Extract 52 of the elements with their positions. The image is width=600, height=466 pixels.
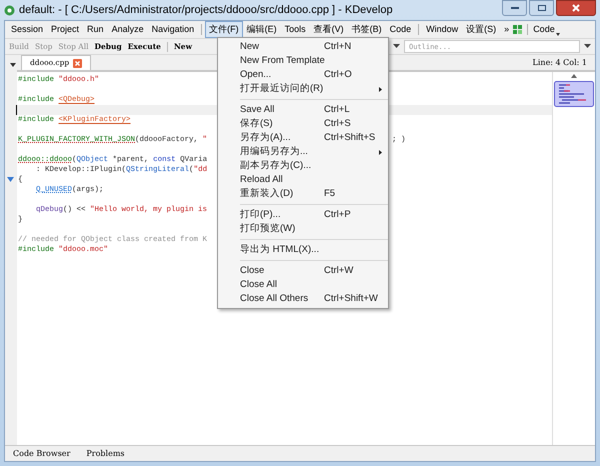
submenu-arrow-icon [379,150,382,154]
menu-item[interactable]: 保存(S) Ctrl+S [218,117,388,131]
text-cursor [16,105,17,115]
menu-item[interactable]: 打开最近访问的(R) [218,82,388,96]
menu-item[interactable]: Close All Others Ctrl+Shift+W [218,292,388,306]
close-tab-icon[interactable] [73,58,82,68]
menu-item[interactable]: Close Ctrl+W [218,264,388,278]
menu-item[interactable]: 设置(S) [462,21,500,38]
window-title: default: - [ C:/Users/Administrator/projects/ddooo/src/ddooo.cpp ] - KDevelop [19,2,393,18]
menu-item[interactable]: Navigation [148,21,198,38]
dropdown-caret-icon[interactable] [584,44,591,49]
menu-item[interactable]: 编辑(E) [242,21,281,38]
menu-item[interactable]: 打印预览(W) [218,222,388,236]
menu-item[interactable]: Project [47,21,84,38]
menu-item[interactable]: 书签(B) [348,21,386,38]
grid-icon[interactable] [513,25,522,34]
menu-item[interactable]: Tools [280,21,310,38]
fold-arrow-icon[interactable] [7,177,14,182]
menu-item[interactable]: Reload All [218,173,388,187]
menu-item[interactable]: New From Template [218,54,388,68]
menu-item[interactable]: 用编码另存为... [218,145,388,159]
minimize-button[interactable] [502,0,527,16]
menu-item[interactable]: Code [386,21,416,38]
panel-tab[interactable]: Code Browser [13,448,70,460]
menu-item[interactable]: New Ctrl+N [218,40,388,54]
scroll-up-icon[interactable] [571,74,577,78]
menu-item[interactable]: Session [7,21,48,38]
menu-item[interactable]: 文件(F) [205,21,243,38]
menu-item[interactable]: Code [533,22,560,36]
menu-item[interactable]: 打印(P)... Ctrl+P [218,208,388,222]
close-icon [572,4,580,12]
caret-icon [556,33,560,36]
menu-item[interactable]: 重新装入(D) F5 [218,187,388,201]
dropdown-caret-icon[interactable] [393,44,400,49]
menu-item[interactable]: Window [422,21,462,38]
menu-item[interactable]: » [500,21,514,38]
minimap-drawing [554,81,594,107]
maximize-button[interactable] [529,0,554,16]
menu-item[interactable]: 导出为 HTML(X)... [218,243,388,257]
menu-item[interactable]: 查看(V) [310,21,348,38]
menu-item[interactable]: 另存为(A)... Ctrl+Shift+S [218,131,388,145]
close-button[interactable] [556,0,596,16]
panel-tab[interactable]: Problems [86,448,125,460]
menu-item[interactable]: 副本另存为(C)... [218,159,388,173]
menu-item[interactable]: Close All [218,278,388,292]
dropdown-caret-icon[interactable] [10,63,16,67]
menu-item[interactable]: Open... Ctrl+O [218,68,388,82]
app-icon [4,4,15,16]
menu-item[interactable]: Run [83,21,108,38]
menu-item[interactable]: Analyze [108,21,148,38]
submenu-arrow-icon [379,86,382,92]
cursor-position: Line: 4 Col: 1 [532,56,587,68]
